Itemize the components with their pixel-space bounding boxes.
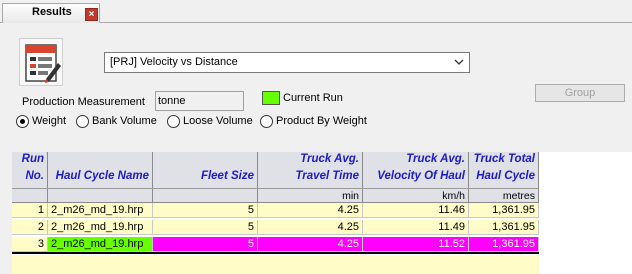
grid-empty-area bbox=[12, 255, 539, 274]
unit-min: min bbox=[342, 190, 359, 202]
header-fleet-size[interactable]: Fleet Size bbox=[153, 152, 258, 203]
header-velocity[interactable]: Truck Avg. Velocity Of Haul km/h bbox=[363, 152, 469, 203]
close-icon[interactable]: × bbox=[85, 8, 98, 21]
group-button[interactable]: Group bbox=[535, 84, 625, 102]
header-run-no[interactable]: Run No. bbox=[12, 152, 48, 203]
radio-product-by-weight[interactable]: Product By Weight bbox=[260, 114, 367, 128]
tab-label: Results bbox=[32, 6, 72, 18]
report-icon[interactable] bbox=[19, 38, 63, 86]
header-haul-cycle-name[interactable]: Haul Cycle Name bbox=[48, 152, 153, 203]
current-run-color-swatch[interactable] bbox=[262, 91, 280, 105]
chevron-down-icon bbox=[454, 59, 464, 65]
radio-product-by-weight-label: Product By Weight bbox=[276, 115, 367, 127]
header-travel-time[interactable]: Truck Avg. Travel Time min bbox=[258, 152, 363, 203]
report-selector-dropdown[interactable]: [PRJ] Velocity vs Distance bbox=[104, 52, 470, 73]
radio-loose-volume-dot[interactable] bbox=[167, 114, 180, 128]
radio-bank-volume[interactable]: Bank Volume bbox=[76, 114, 157, 128]
production-measurement-label: Production Measurement bbox=[22, 96, 145, 108]
radio-weight-dot[interactable] bbox=[16, 114, 29, 128]
tab-results[interactable]: Results × bbox=[2, 3, 100, 23]
radio-loose-volume-label: Loose Volume bbox=[183, 115, 253, 127]
header-haul-cycle-distance[interactable]: Truck Total Haul Cycle metres bbox=[469, 152, 539, 203]
radio-product-by-weight-dot[interactable] bbox=[260, 114, 273, 128]
table-row-current[interactable]: 3 2_m26_md_19.hrp 5 4.25 11.52 1,361.95 bbox=[12, 237, 539, 254]
radio-bank-volume-label: Bank Volume bbox=[92, 115, 157, 127]
radio-weight-label: Weight bbox=[32, 115, 67, 127]
table-row[interactable]: 1 2_m26_md_19.hrp 5 4.25 11.46 1,361.95 bbox=[12, 203, 539, 218]
table-row[interactable]: 2 2_m26_md_19.hrp 5 4.25 11.49 1,361.95 bbox=[12, 220, 539, 235]
header-unit-divider bbox=[12, 188, 539, 189]
unit-metres: metres bbox=[502, 190, 535, 202]
report-selector-value: [PRJ] Velocity vs Distance bbox=[110, 56, 238, 68]
radio-weight[interactable]: Weight bbox=[16, 114, 66, 128]
radio-bank-volume-dot[interactable] bbox=[76, 114, 89, 128]
unit-kmh: km/h bbox=[442, 190, 465, 202]
radio-loose-volume[interactable]: Loose Volume bbox=[167, 114, 253, 128]
production-measurement-field[interactable]: tonne bbox=[155, 91, 244, 111]
current-run-label: Current Run bbox=[283, 92, 343, 104]
